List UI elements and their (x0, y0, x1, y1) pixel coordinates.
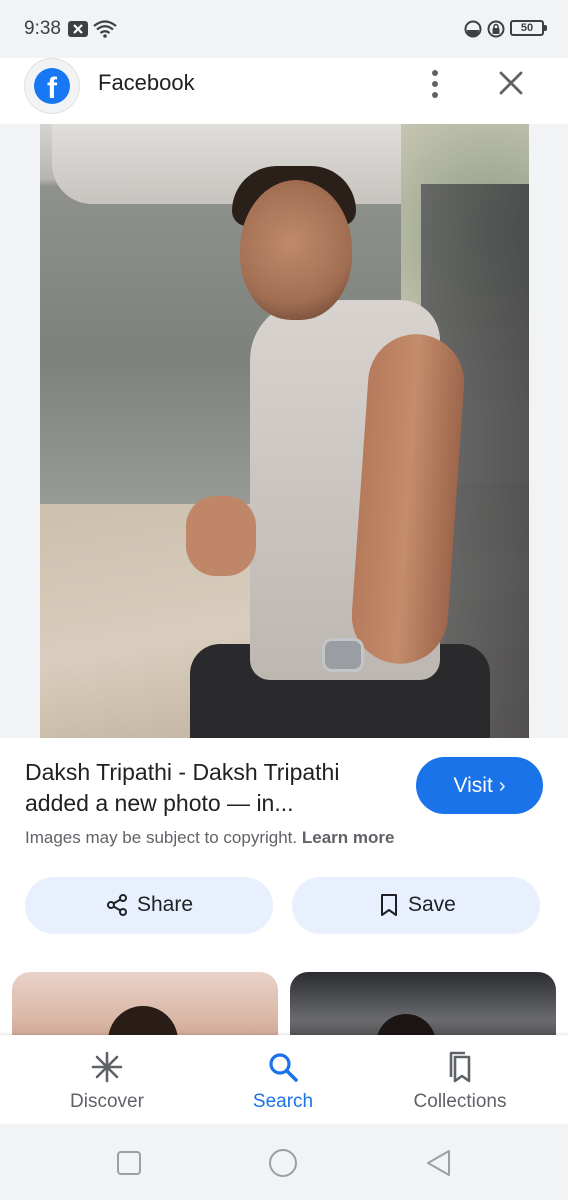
visit-button[interactable]: Visit › (416, 757, 543, 814)
notification-x-icon (68, 20, 88, 43)
photo-face (240, 180, 352, 320)
nav-search[interactable]: Search (203, 1035, 363, 1124)
bottom-navigation: Discover Search Collections (0, 1035, 568, 1124)
system-navigation-bar (0, 1124, 568, 1200)
source-title[interactable]: Facebook (98, 70, 195, 96)
share-button[interactable]: Share (25, 877, 273, 934)
nav-label: Discover (70, 1091, 144, 1112)
back-triangle-icon[interactable] (424, 1148, 454, 1178)
share-label: Share (137, 893, 194, 916)
bookmark-icon (381, 894, 397, 916)
share-icon (107, 894, 127, 916)
status-bar: 9:38 50 (0, 0, 568, 58)
more-vert-icon[interactable] (418, 64, 452, 104)
recents-square-icon[interactable] (114, 1148, 144, 1178)
learn-more-link[interactable]: Learn more (302, 828, 395, 847)
source-header: f Facebook (0, 58, 568, 124)
source-avatar[interactable]: f (24, 58, 80, 114)
status-time: 9:38 (24, 18, 61, 39)
copyright-notice: Images may be subject to copyright. Lear… (25, 828, 394, 848)
save-button[interactable]: Save (292, 877, 540, 934)
image-preview[interactable] (0, 124, 568, 738)
photo-watch (322, 638, 364, 672)
home-circle-icon[interactable] (268, 1148, 298, 1178)
collections-icon (449, 1051, 471, 1083)
close-icon[interactable] (494, 66, 528, 100)
nav-discover[interactable]: Discover (27, 1035, 187, 1124)
nav-label: Collections (413, 1091, 507, 1112)
visit-label: Visit (453, 774, 493, 797)
asterisk-icon (91, 1051, 123, 1083)
result-photo[interactable] (40, 124, 529, 738)
nav-label: Search (252, 1091, 314, 1112)
battery-icon: 50 (510, 20, 547, 36)
copyright-text: Images may be subject to copyright. (25, 828, 298, 847)
nav-collections[interactable]: Collections (380, 1035, 540, 1124)
photo-hand-sunglasses (186, 496, 256, 576)
chevron-right-icon: › (498, 775, 506, 797)
wifi-question-icon (93, 20, 117, 43)
facebook-logo-icon: f (34, 68, 70, 104)
save-label: Save (408, 893, 456, 916)
result-title[interactable]: Daksh Tripathi - Daksh Tripathi added a … (25, 757, 405, 819)
vpn-lock-icon (487, 20, 505, 43)
search-icon (269, 1053, 298, 1082)
data-saver-icon (464, 20, 482, 43)
